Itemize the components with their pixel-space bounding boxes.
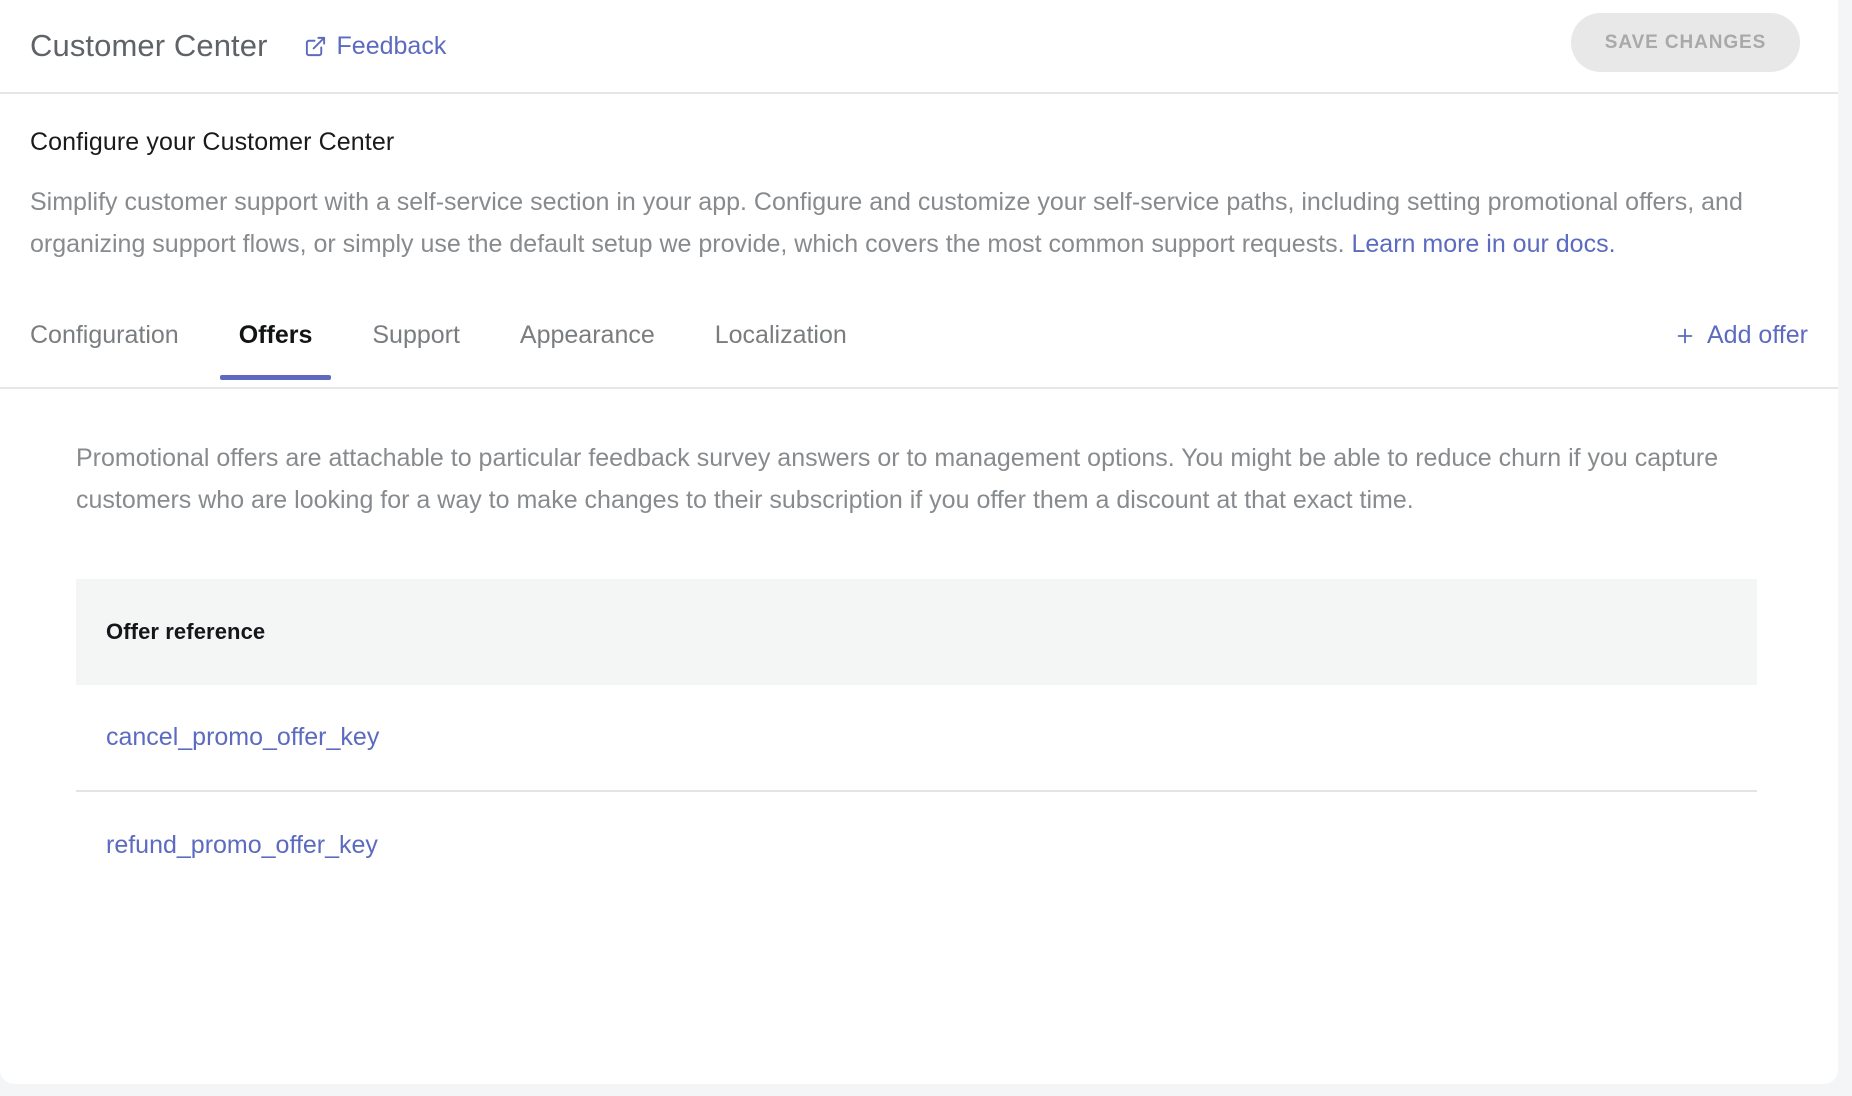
table-row[interactable]: cancel_promo_offer_key: [76, 685, 1757, 792]
offers-description: Promotional offers are attachable to par…: [76, 444, 1719, 514]
offers-table: Offer reference cancel_promo_offer_key r…: [76, 579, 1757, 899]
intro-heading: Configure your Customer Center: [30, 128, 395, 156]
external-link-icon: [304, 35, 327, 58]
tab-offers[interactable]: Offers: [219, 317, 331, 380]
intro-section: Configure your Customer Center Simplify …: [0, 94, 1838, 265]
tab-configuration[interactable]: Configuration: [30, 317, 179, 378]
plus-icon: [1674, 325, 1696, 347]
tab-bar: Configuration Offers Support Appearance …: [0, 317, 1838, 389]
feedback-label: Feedback: [336, 31, 447, 60]
add-offer-button[interactable]: Add offer: [1674, 321, 1808, 350]
table-row[interactable]: refund_promo_offer_key: [76, 792, 1757, 899]
offer-reference-link[interactable]: refund_promo_offer_key: [106, 831, 378, 860]
save-changes-button[interactable]: SAVE CHANGES: [1571, 13, 1800, 72]
page-header: Customer Center Feedback SAVE CHANGES: [0, 0, 1838, 94]
table-header-row: Offer reference: [76, 579, 1757, 685]
column-header-offer-reference: Offer reference: [106, 619, 266, 644]
add-offer-label: Add offer: [1706, 321, 1808, 349]
customer-center-card: Customer Center Feedback SAVE CHANGES Co…: [0, 0, 1838, 1084]
tab-appearance[interactable]: Appearance: [520, 317, 655, 378]
tab-localization[interactable]: Localization: [715, 317, 847, 378]
intro-body: Simplify customer support with a self-se…: [30, 181, 1790, 265]
feedback-link[interactable]: Feedback: [304, 31, 447, 61]
page-title: Customer Center: [30, 28, 268, 63]
tab-support[interactable]: Support: [372, 317, 460, 378]
learn-more-link[interactable]: Learn more in our docs.: [1351, 230, 1615, 258]
offers-panel: Promotional offers are attachable to par…: [0, 389, 1838, 899]
offer-reference-link[interactable]: cancel_promo_offer_key: [106, 723, 379, 752]
